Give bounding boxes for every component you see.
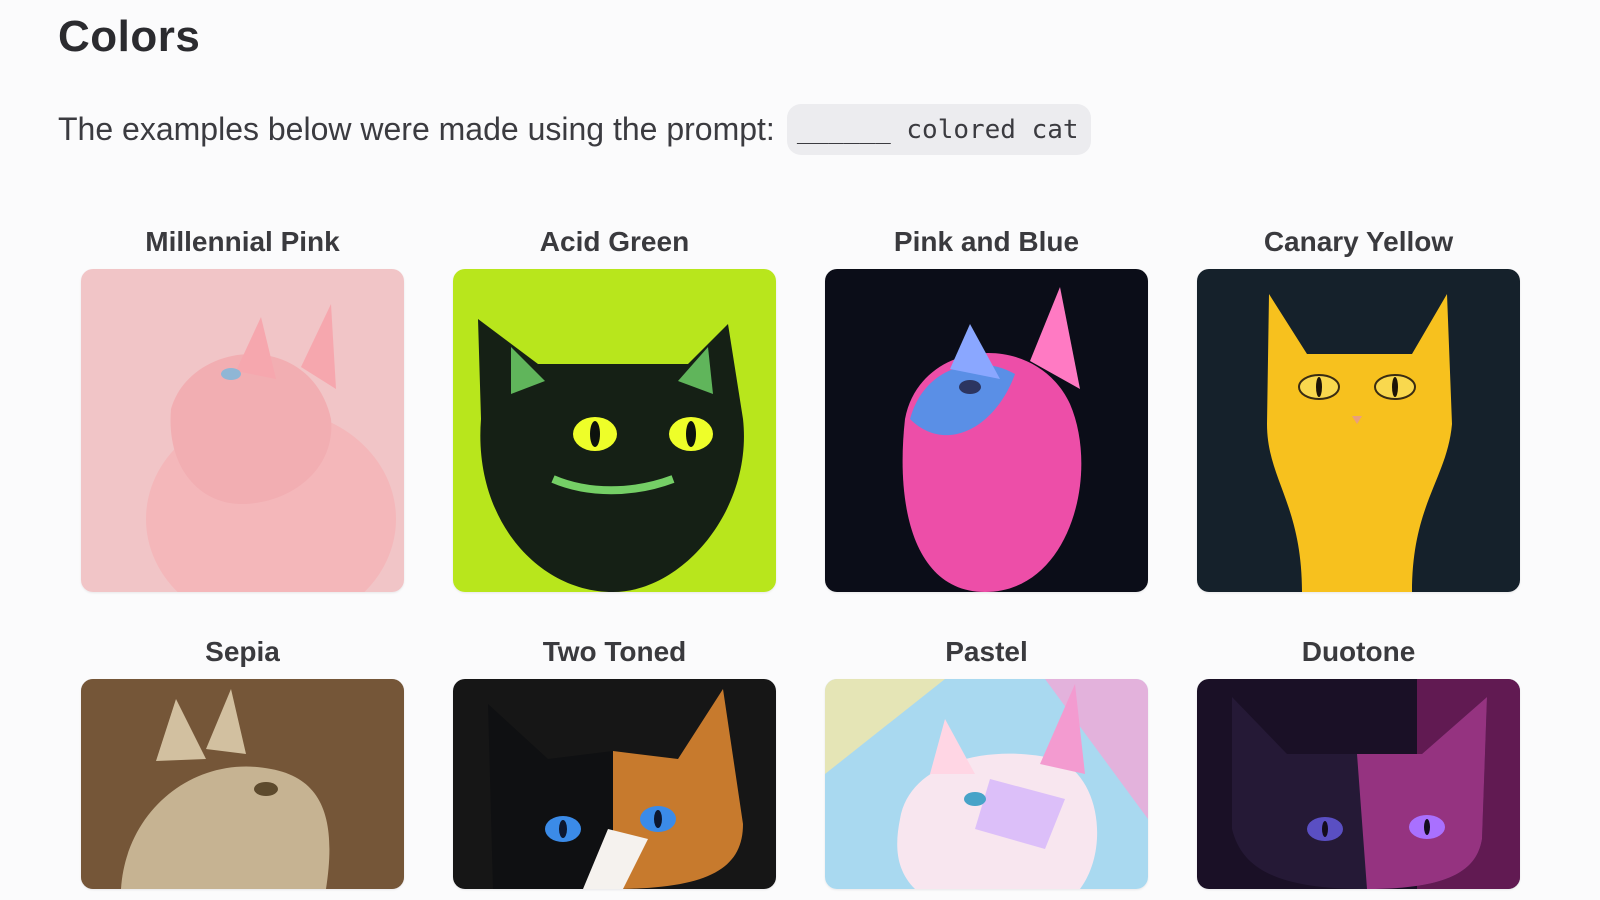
examples-row-1: Millennial Pink Acid Green Pink and Blue… [81, 226, 1521, 592]
page-title: Colors [58, 12, 201, 61]
cat-image-icon[interactable] [1197, 679, 1520, 889]
card-label: Sepia [205, 636, 280, 667]
prompt-code: ______ colored cat [786, 104, 1091, 155]
example-card-two-toned[interactable]: Two Toned [453, 636, 776, 889]
card-label: Pink and Blue [893, 226, 1080, 257]
color-examples-grid: Millennial Pink Acid Green Pink and Blue… [81, 226, 1521, 900]
prompt-description: The examples below were made using the p… [58, 104, 1091, 155]
example-card-acid-green[interactable]: Acid Green [453, 226, 776, 592]
cat-image-icon[interactable] [81, 269, 404, 592]
card-label: Millennial Pink [145, 226, 340, 257]
example-card-canary-yellow[interactable]: Canary Yellow [1197, 226, 1520, 592]
cat-image-icon[interactable] [825, 269, 1148, 592]
cat-image-icon[interactable] [81, 679, 404, 889]
card-label: Pastel [945, 636, 1028, 667]
prompt-intro-text: The examples below were made using the p… [58, 111, 775, 147]
cat-image-icon[interactable] [1197, 269, 1520, 592]
cat-image-icon[interactable] [453, 269, 776, 592]
example-card-pink-and-blue[interactable]: Pink and Blue [825, 226, 1148, 592]
example-card-pastel[interactable]: Pastel [825, 636, 1148, 889]
card-label: Acid Green [539, 226, 690, 257]
example-card-millennial-pink[interactable]: Millennial Pink [81, 226, 404, 592]
card-label: Duotone [1301, 636, 1416, 667]
card-label: Canary Yellow [1263, 226, 1454, 257]
cat-image-icon[interactable] [825, 679, 1148, 889]
cat-image-icon[interactable] [453, 679, 776, 889]
example-card-duotone[interactable]: Duotone [1197, 636, 1520, 889]
example-card-sepia[interactable]: Sepia [81, 636, 404, 889]
colors-page: Colors The examples below were made usin… [0, 0, 1600, 900]
card-label: Two Toned [542, 636, 687, 667]
examples-row-2: Sepia Two Toned Pastel Duotone [81, 636, 1521, 889]
